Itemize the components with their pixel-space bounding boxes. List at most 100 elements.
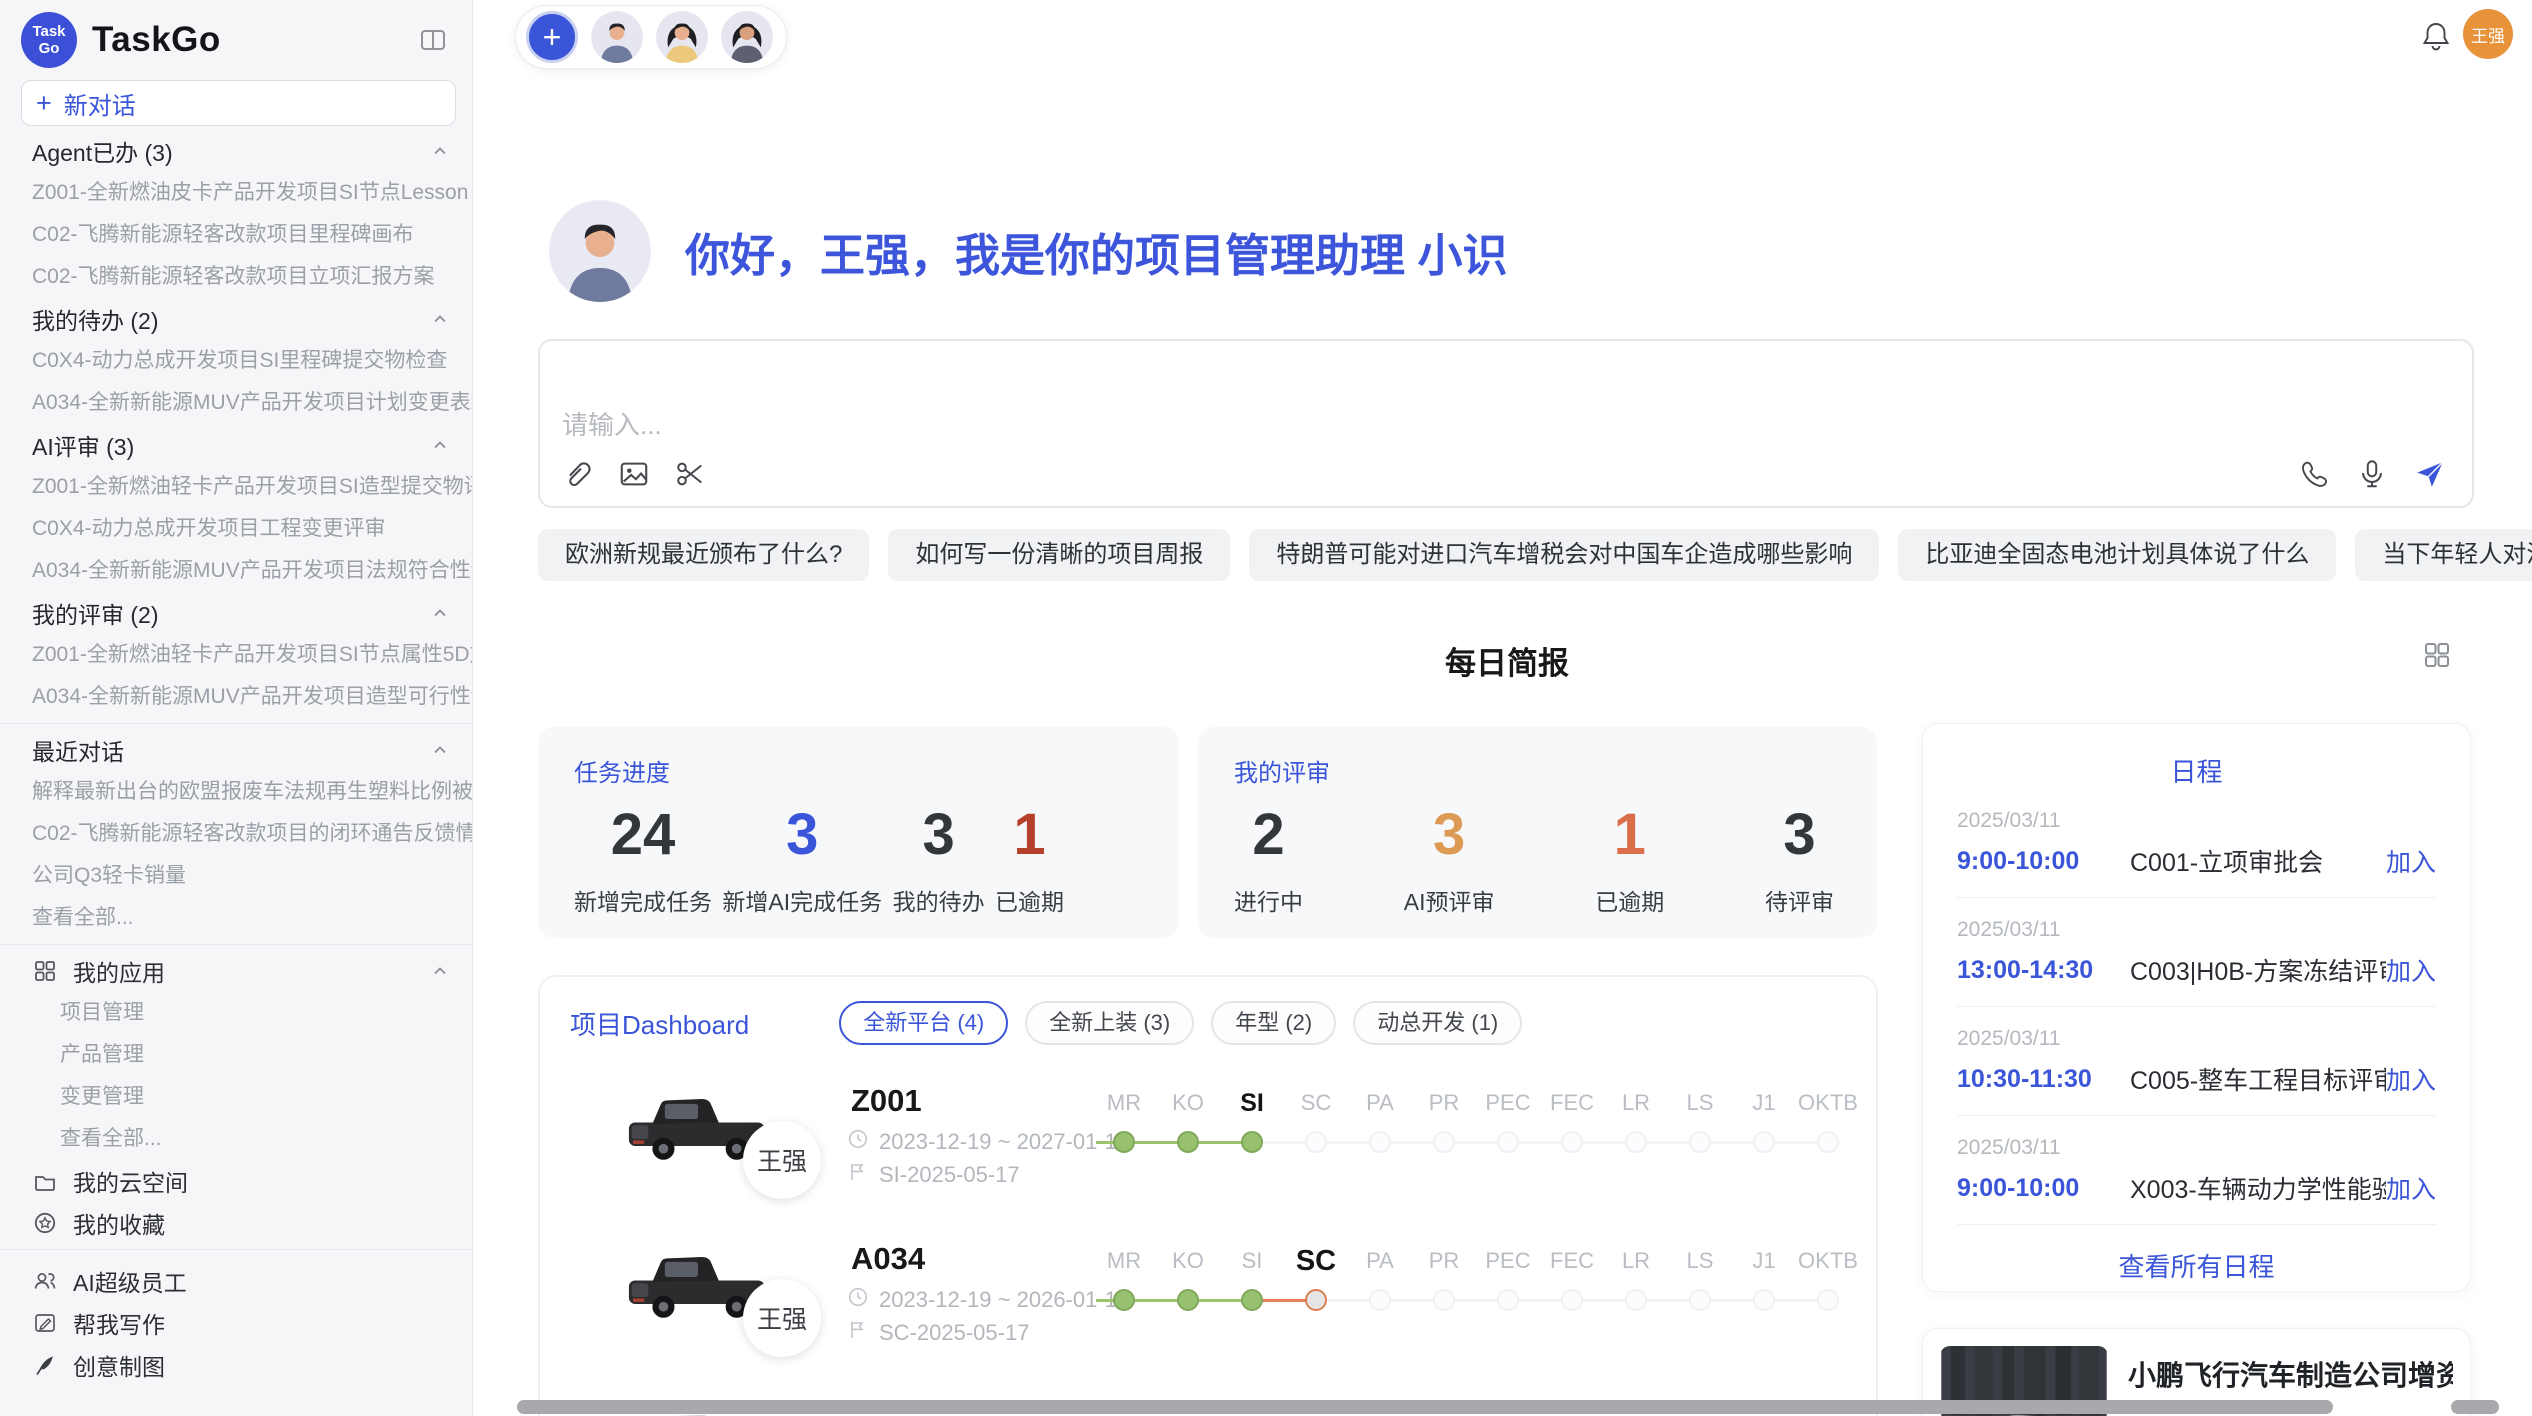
view-all-schedule-link[interactable]: 查看所有日程 [1923, 1247, 2470, 1284]
milestone-dot[interactable] [1625, 1131, 1647, 1153]
suggestion-chip[interactable]: 特朗普可能对进口汽车增税会对中国车企造成哪些影响 [1249, 529, 1879, 581]
session-avatar-2[interactable] [656, 11, 708, 63]
milestone-dot[interactable] [1689, 1131, 1711, 1153]
milestone-dot[interactable] [1753, 1289, 1775, 1311]
flag-icon [847, 1161, 869, 1189]
dashboard-filter-chip[interactable]: 年型 (2) [1211, 1001, 1336, 1045]
stat-value: 3 [893, 802, 985, 869]
milestone-dot[interactable] [1305, 1131, 1327, 1153]
sidebar-item-ai-staff[interactable]: AI超级员工 [0, 1260, 472, 1302]
join-link[interactable]: 加入 [2386, 1061, 2436, 1097]
milestone-label: KO [1156, 1248, 1220, 1274]
recent-chat-item[interactable]: 查看全部... [0, 897, 472, 939]
chat-input-box[interactable]: 请输入... [538, 339, 2474, 508]
join-link[interactable]: 加入 [2386, 952, 2436, 988]
notification-bell-icon[interactable] [2421, 20, 2451, 52]
milestone-dot[interactable] [1561, 1289, 1583, 1311]
milestone-dot[interactable] [1113, 1131, 1135, 1153]
milestone-dot[interactable] [1369, 1289, 1391, 1311]
sidebar-section-header[interactable]: AI评审 (3) [0, 424, 472, 466]
suggestion-chip[interactable]: 如何写一份清晰的项目周报 [888, 529, 1230, 581]
milestone-dot[interactable] [1177, 1289, 1199, 1311]
dashboard-filters: 全新平台 (4) 全新上装 (3) 年型 (2) 动总开发 (1) [839, 1001, 1522, 1045]
horizontal-scrollbar-end[interactable] [2451, 1400, 2499, 1414]
scissors-icon[interactable] [674, 458, 706, 490]
sidebar-task-item[interactable]: A034-全新新能源MUV产品开发项目造型可行性评审 [0, 676, 472, 718]
new-chat-button[interactable]: + 新对话 [21, 80, 456, 126]
project-row[interactable]: 王强A0342023-12-19 ~ 2026-01-19SC-2025-05-… [570, 1239, 1876, 1397]
sidebar-task-item[interactable]: C02-飞腾新能源轻客改款项目立项汇报方案 [0, 256, 472, 298]
milestone-dot[interactable] [1433, 1131, 1455, 1153]
sidebar-section-header[interactable]: 我的评审 (2) [0, 592, 472, 634]
attachment-icon[interactable] [562, 458, 594, 490]
milestone-dot[interactable] [1497, 1289, 1519, 1311]
user-avatar[interactable]: 王强 [2463, 9, 2513, 59]
sidebar-item-my-apps[interactable]: 我的应用 [0, 950, 472, 992]
schedule-events: 2025/03/119:00-10:00C001-立项审批会加入2025/03/… [1923, 789, 2470, 1225]
app-title: TaskGo [92, 20, 418, 60]
recent-chat-item[interactable]: 公司Q3轻卡销量 [0, 855, 472, 897]
session-avatar-1[interactable] [591, 11, 643, 63]
sidebar-item-cloud-space[interactable]: 我的云空间 [0, 1160, 472, 1202]
my-apps-item[interactable]: 变更管理 [0, 1076, 472, 1118]
stat-label: 我的待办 [893, 883, 985, 917]
main-area: + 王强 你好，王强，我是你的项目管理助理 小识 请输入... [473, 0, 2532, 1416]
sidebar-task-item[interactable]: C0X4-动力总成开发项目工程变更评审 [0, 508, 472, 550]
milestone-dot[interactable] [1689, 1289, 1711, 1311]
session-avatar-3[interactable] [721, 11, 773, 63]
milestone-dot[interactable] [1625, 1289, 1647, 1311]
milestone-dot[interactable] [1241, 1289, 1263, 1311]
my-apps-item[interactable]: 项目管理 [0, 992, 472, 1034]
milestone-dot[interactable] [1433, 1289, 1455, 1311]
layout-grid-icon[interactable] [2423, 641, 2451, 669]
send-icon[interactable] [2414, 458, 2446, 490]
dashboard-filter-chip[interactable]: 全新平台 (4) [839, 1001, 1008, 1045]
sidebar-task-item[interactable]: A034-全新新能源MUV产品开发项目计划变更表编写 [0, 382, 472, 424]
milestone-dot[interactable] [1369, 1131, 1391, 1153]
event-title: C001-立项审批会 [2130, 843, 2386, 879]
my-apps-item[interactable]: 产品管理 [0, 1034, 472, 1076]
suggestion-chip[interactable]: 当下年轻人对汽车外观有怎样的喜好趋势 [2355, 529, 2532, 581]
project-row[interactable]: 王强Z0012023-12-19 ~ 2027-01-19SI-2025-05-… [570, 1081, 1876, 1239]
sidebar-task-item[interactable]: C0X4-动力总成开发项目SI里程碑提交物检查 [0, 340, 472, 382]
dashboard-filter-chip[interactable]: 全新上装 (3) [1025, 1001, 1194, 1045]
microphone-icon[interactable] [2356, 458, 2388, 490]
milestone-dot[interactable] [1753, 1131, 1775, 1153]
recent-chat-item[interactable]: 解释最新出台的欧盟报废车法规再生塑料比例被调至15%... [0, 771, 472, 813]
sidebar-collapse-icon[interactable] [418, 25, 448, 55]
join-link[interactable]: 加入 [2386, 1170, 2436, 1206]
logo-text-bottom: Go [39, 40, 60, 57]
sidebar-task-item[interactable]: Z001-全新燃油轻卡产品开发项目SI节点属性5D文件评审 [0, 634, 472, 676]
sidebar-section-header[interactable]: Agent已办 (3) [0, 130, 472, 172]
add-session-button[interactable]: + [526, 11, 578, 63]
phone-icon[interactable] [2298, 458, 2330, 490]
horizontal-scrollbar[interactable] [517, 1400, 2333, 1414]
my-apps-item[interactable]: 查看全部... [0, 1118, 472, 1160]
milestone-dot[interactable] [1113, 1289, 1135, 1311]
sidebar-section-recent[interactable]: 最近对话 [0, 729, 472, 771]
suggestion-chip[interactable]: 欧洲新规最近颁布了什么? [538, 529, 869, 581]
suggestion-chip[interactable]: 比亚迪全固态电池计划具体说了什么 [1898, 529, 2336, 581]
dashboard-filter-chip[interactable]: 动总开发 (1) [1353, 1001, 1522, 1045]
milestone-dot[interactable] [1177, 1131, 1199, 1153]
recent-chat-item[interactable]: C02-飞腾新能源轻客改款项目的闭环通告反馈情况 [0, 813, 472, 855]
milestone-dot[interactable] [1305, 1289, 1327, 1311]
sidebar-section-header[interactable]: 我的待办 (2) [0, 298, 472, 340]
image-icon[interactable] [618, 458, 650, 490]
milestone-dot[interactable] [1241, 1131, 1263, 1153]
join-link[interactable]: 加入 [2386, 843, 2436, 879]
sidebar-item-writing[interactable]: 帮我写作 [0, 1302, 472, 1344]
milestone-dot[interactable] [1497, 1131, 1519, 1153]
sidebar-task-item[interactable]: A034-全新新能源MUV产品开发项目法规符合性评审 [0, 550, 472, 592]
sidebar-task-item[interactable]: C02-飞腾新能源轻客改款项目里程碑画布 [0, 214, 472, 256]
sidebar-item-favorites[interactable]: 我的收藏 [0, 1202, 472, 1244]
sidebar-task-item[interactable]: Z001-全新燃油轻卡产品开发项目SI造型提交物评审 [0, 466, 472, 508]
milestone-dot[interactable] [1561, 1131, 1583, 1153]
project-flag-milestone: SI-2025-05-17 [847, 1161, 1020, 1189]
stat-label: 进行中 [1234, 883, 1303, 917]
sidebar-task-item[interactable]: Z001-全新燃油皮卡产品开发项目SI节点Lesson Learn报告 [0, 172, 472, 214]
milestone-dot[interactable] [1817, 1289, 1839, 1311]
stat-label: 新增完成任务 [574, 883, 712, 917]
sidebar-item-creative-drawing[interactable]: 创意制图 [0, 1344, 472, 1386]
milestone-dot[interactable] [1817, 1131, 1839, 1153]
